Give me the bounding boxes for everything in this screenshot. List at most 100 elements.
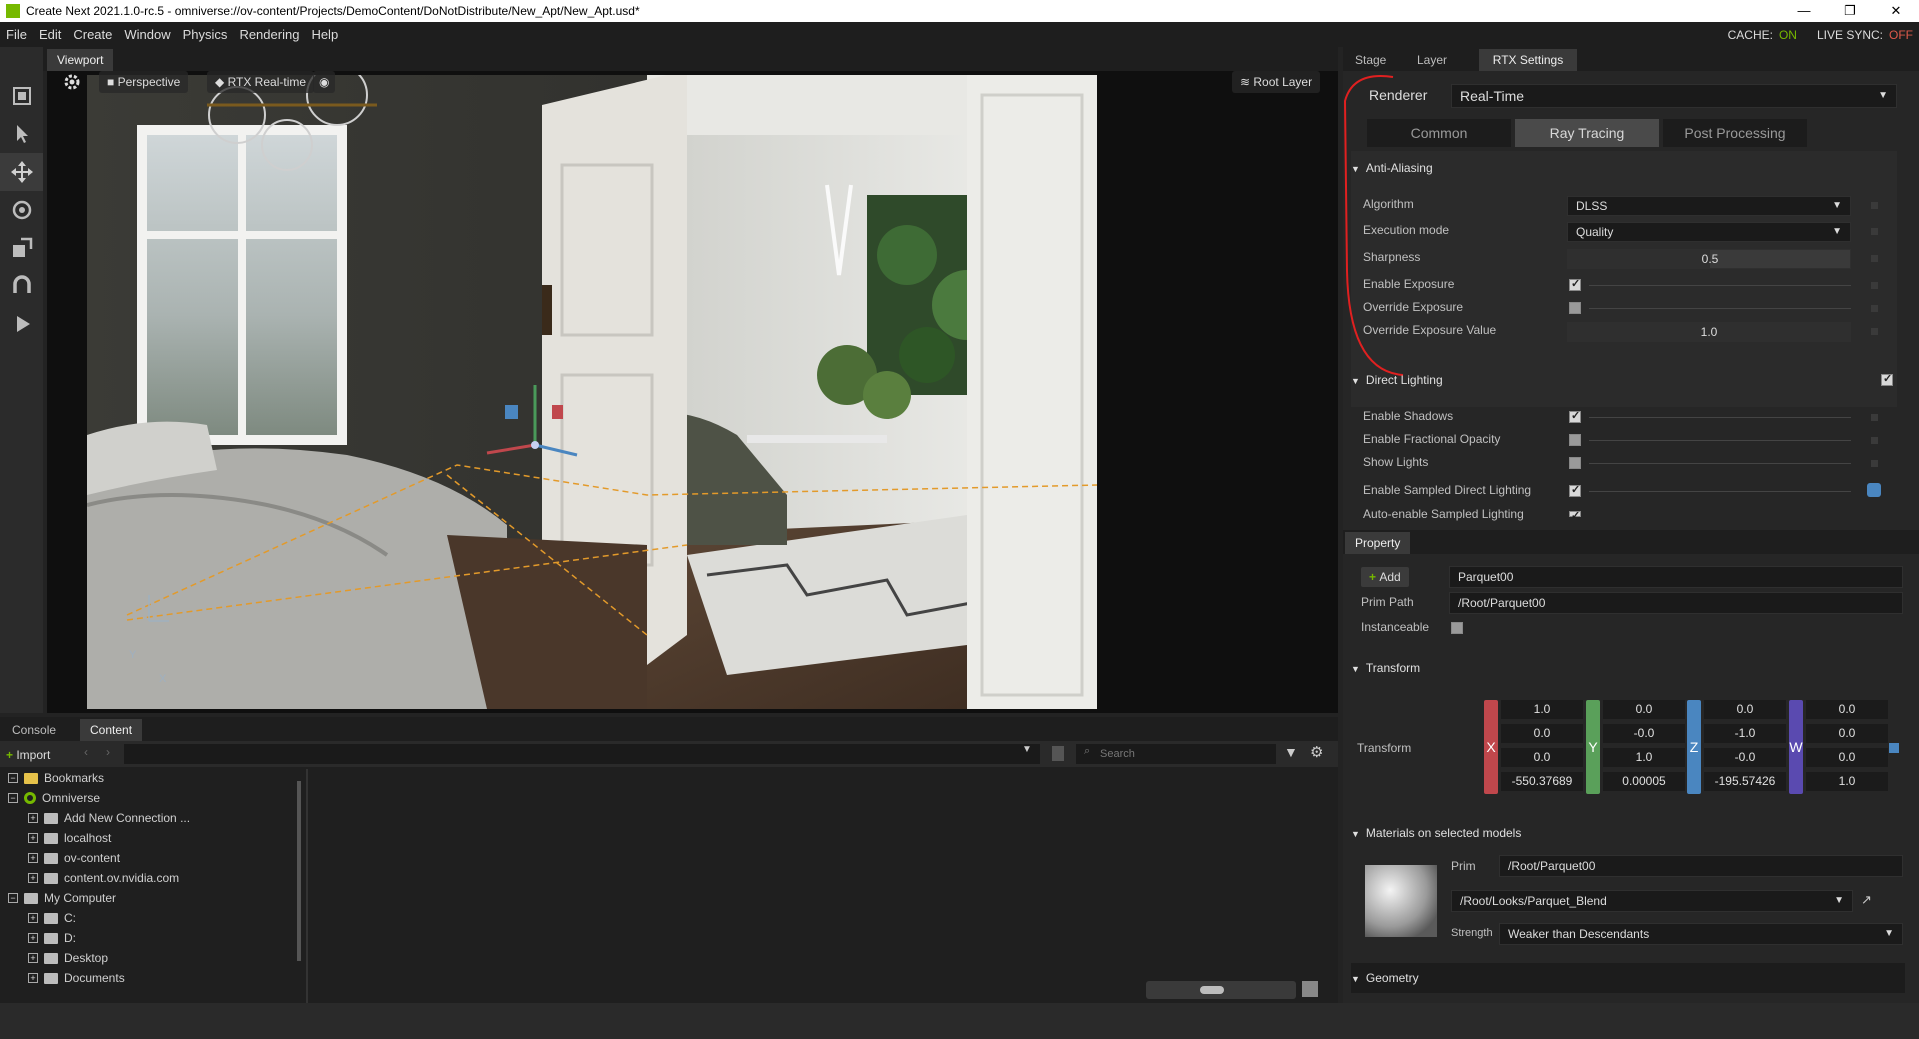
- cache-value[interactable]: ON: [1779, 28, 1797, 42]
- play-icon[interactable]: [0, 305, 43, 343]
- select-mode-icon[interactable]: [0, 77, 43, 115]
- reset-dot[interactable]: [1871, 414, 1878, 421]
- gear-icon[interactable]: ⚙: [1310, 743, 1323, 761]
- tree-item[interactable]: + localhost: [28, 831, 111, 845]
- geometry-header[interactable]: ▼ Geometry: [1351, 971, 1419, 985]
- viewport[interactable]: ■ Perspective ◆ RTX Real-time ◉ ≋ Root L…: [47, 71, 1338, 713]
- transform-cell[interactable]: 0.0: [1501, 748, 1583, 767]
- material-prim-field[interactable]: /Root/Parquet00: [1499, 855, 1903, 877]
- transform-cell[interactable]: -0.0: [1603, 724, 1685, 743]
- expand-toggle-icon[interactable]: −: [8, 893, 18, 903]
- tree-item[interactable]: − Omniverse: [8, 791, 100, 805]
- transform-cell[interactable]: 0.0: [1806, 748, 1888, 767]
- path-dropdown-icon[interactable]: ▼: [1022, 744, 1032, 755]
- prim-name-field[interactable]: Parquet00: [1449, 566, 1903, 588]
- materials-header[interactable]: ▼ Materials on selected models: [1351, 826, 1521, 840]
- expand-toggle-icon[interactable]: +: [28, 853, 38, 863]
- expand-toggle-icon[interactable]: +: [28, 813, 38, 823]
- tree-item[interactable]: − My Computer: [8, 891, 116, 905]
- reset-dot[interactable]: [1871, 255, 1878, 262]
- tree-item[interactable]: + C:: [28, 911, 76, 925]
- scene-render[interactable]: [87, 75, 1298, 709]
- close-button[interactable]: ✕: [1873, 0, 1919, 22]
- tree-item[interactable]: − Bookmarks: [8, 771, 104, 785]
- bookmark-icon[interactable]: [1052, 746, 1064, 761]
- reset-dot[interactable]: [1871, 228, 1878, 235]
- transform-cell[interactable]: 0.0: [1806, 700, 1888, 719]
- settings-icon[interactable]: [61, 71, 83, 93]
- override-exposure-value-field[interactable]: 1.0: [1567, 322, 1851, 342]
- tree-item[interactable]: + D:: [28, 931, 76, 945]
- reset-dot[interactable]: [1871, 328, 1878, 335]
- minimize-button[interactable]: —: [1781, 0, 1827, 22]
- expand-toggle-icon[interactable]: −: [8, 793, 18, 803]
- enable-exposure-checkbox[interactable]: [1569, 277, 1581, 291]
- reset-dot[interactable]: [1871, 305, 1878, 312]
- tab-property[interactable]: Property: [1345, 532, 1411, 554]
- transform-cell[interactable]: -550.37689: [1501, 772, 1583, 791]
- expand-toggle-icon[interactable]: +: [28, 913, 38, 923]
- transform-cell[interactable]: 0.0: [1704, 700, 1786, 719]
- tree-item[interactable]: + Documents: [28, 971, 125, 985]
- grid-view-icon[interactable]: [1302, 981, 1318, 997]
- algorithm-select[interactable]: DLSS: [1567, 196, 1851, 216]
- menu-rendering[interactable]: Rendering: [233, 27, 305, 42]
- live-sync-value[interactable]: OFF: [1889, 28, 1913, 42]
- tree-item[interactable]: + ov-content: [28, 851, 120, 865]
- transform-reset[interactable]: [1889, 743, 1899, 753]
- back-icon[interactable]: ‹: [84, 745, 88, 759]
- direct-lighting-checkbox[interactable]: [1881, 372, 1893, 386]
- subtab-post-processing[interactable]: Post Processing: [1663, 119, 1807, 147]
- tab-layer[interactable]: Layer: [1407, 49, 1457, 71]
- select-icon[interactable]: [0, 115, 43, 153]
- fractional-opacity-checkbox[interactable]: [1569, 434, 1581, 446]
- override-exposure-checkbox[interactable]: [1569, 302, 1581, 314]
- execution-mode-select[interactable]: Quality: [1567, 222, 1851, 242]
- filter-icon[interactable]: ▼: [1284, 744, 1298, 760]
- maximize-button[interactable]: ❐: [1827, 0, 1873, 22]
- reset-dot[interactable]: [1871, 202, 1878, 209]
- expand-toggle-icon[interactable]: +: [28, 833, 38, 843]
- transform-header[interactable]: ▼ Transform: [1351, 661, 1420, 675]
- transform-cell[interactable]: 0.0: [1806, 724, 1888, 743]
- layer-menu[interactable]: ≋ Root Layer: [1232, 71, 1321, 93]
- splitter[interactable]: [306, 769, 308, 1003]
- rotate-icon[interactable]: [0, 191, 43, 229]
- subtab-ray-tracing[interactable]: Ray Tracing: [1515, 119, 1659, 147]
- enable-shadows-checkbox[interactable]: [1569, 409, 1581, 423]
- menu-window[interactable]: Window: [118, 27, 176, 42]
- transform-cell[interactable]: -195.57426: [1704, 772, 1786, 791]
- path-field[interactable]: [124, 744, 1040, 764]
- transform-cell[interactable]: 1.0: [1501, 700, 1583, 719]
- menu-help[interactable]: Help: [305, 27, 344, 42]
- transform-cell[interactable]: -0.0: [1704, 748, 1786, 767]
- tree-item[interactable]: + Desktop: [28, 951, 108, 965]
- instanceable-checkbox[interactable]: [1451, 622, 1463, 634]
- menu-edit[interactable]: Edit: [33, 27, 67, 42]
- tab-console[interactable]: Console: [2, 719, 66, 741]
- transform-cell[interactable]: 0.00005: [1603, 772, 1685, 791]
- material-select[interactable]: /Root/Looks/Parquet_Blend: [1451, 890, 1853, 912]
- auto-enable-checkbox[interactable]: [1569, 509, 1581, 522]
- reset-dot[interactable]: [1871, 437, 1878, 444]
- menu-physics[interactable]: Physics: [177, 27, 234, 42]
- strength-select[interactable]: Weaker than Descendants: [1499, 923, 1903, 945]
- reset-dot[interactable]: [1871, 282, 1878, 289]
- renderer-menu[interactable]: ◆ RTX Real-time: [207, 71, 315, 93]
- menu-create[interactable]: Create: [67, 27, 118, 42]
- move-icon[interactable]: [0, 153, 43, 191]
- search-input[interactable]: Search: [1076, 744, 1276, 764]
- tab-viewport[interactable]: Viewport: [47, 49, 114, 71]
- thumbnail-size-slider[interactable]: [1146, 981, 1296, 999]
- show-lights-checkbox[interactable]: [1569, 457, 1581, 469]
- tab-content[interactable]: Content: [80, 719, 143, 741]
- tree-item[interactable]: + Add New Connection ...: [28, 811, 190, 825]
- tab-stage[interactable]: Stage: [1345, 49, 1396, 71]
- renderer-select[interactable]: Real-Time: [1451, 84, 1897, 108]
- sampled-direct-checkbox[interactable]: [1569, 483, 1581, 497]
- import-button[interactable]: + Import: [6, 745, 50, 765]
- expand-toggle-icon[interactable]: −: [8, 773, 18, 783]
- expand-toggle-icon[interactable]: +: [28, 933, 38, 943]
- sharpness-slider[interactable]: 0.5: [1567, 249, 1851, 269]
- tree-item[interactable]: + content.ov.nvidia.com: [28, 871, 179, 885]
